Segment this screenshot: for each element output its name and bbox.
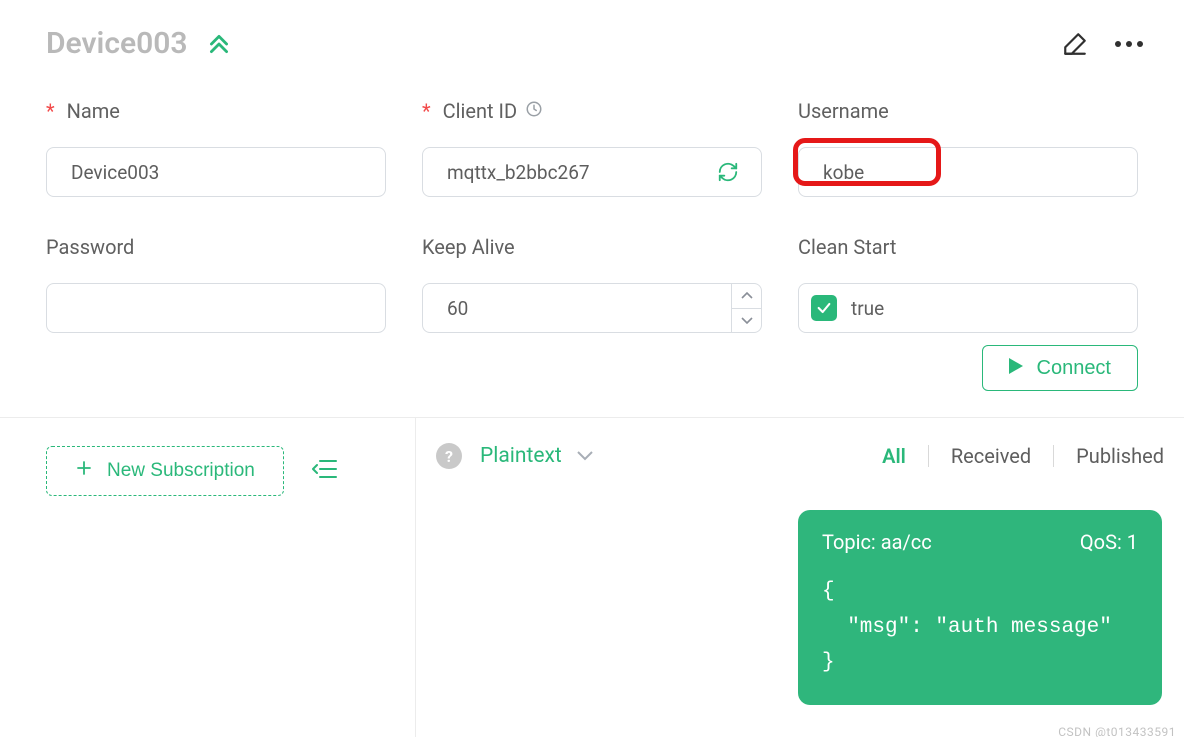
- new-subscription-button[interactable]: New Subscription: [46, 446, 284, 496]
- plus-icon: [75, 459, 93, 483]
- format-dropdown-label: Plaintext: [480, 444, 562, 468]
- field-clean-start: Clean Start true: [798, 235, 1138, 333]
- format-dropdown[interactable]: Plaintext: [480, 444, 594, 468]
- divider: [1053, 445, 1054, 467]
- username-label: Username: [798, 99, 1138, 123]
- message-topic: Topic: aa/cc: [822, 530, 932, 554]
- watermark: CSDN @t013433591: [1058, 725, 1176, 737]
- field-client-id: *Client ID: [422, 99, 762, 197]
- message-qos: QoS: 1: [1080, 530, 1138, 554]
- chevron-down-icon: [576, 444, 594, 468]
- regenerate-icon[interactable]: [717, 161, 739, 183]
- name-input[interactable]: [69, 160, 363, 185]
- keep-alive-input-wrap[interactable]: [422, 283, 762, 333]
- clean-start-input-wrap[interactable]: true: [798, 283, 1138, 333]
- keep-alive-input[interactable]: [445, 296, 721, 321]
- divider: [928, 445, 929, 467]
- clean-start-label: Clean Start: [798, 235, 1138, 259]
- field-name: *Name: [46, 99, 386, 197]
- tab-received[interactable]: Received: [951, 444, 1031, 468]
- clean-start-value: true: [851, 297, 884, 320]
- username-input-wrap[interactable]: [798, 147, 1138, 197]
- client-id-input-wrap[interactable]: [422, 147, 762, 197]
- password-label: Password: [46, 235, 386, 259]
- chevron-double-up-icon[interactable]: [206, 31, 232, 57]
- more-icon[interactable]: [1114, 40, 1144, 48]
- password-input-wrap[interactable]: [46, 283, 386, 333]
- field-username: Username: [798, 99, 1138, 197]
- edit-icon[interactable]: [1062, 31, 1088, 57]
- field-keep-alive: Keep Alive: [422, 235, 762, 333]
- tab-all[interactable]: All: [882, 444, 906, 468]
- username-input[interactable]: [821, 160, 1115, 185]
- field-password: Password: [46, 235, 386, 333]
- connect-button-label: Connect: [1037, 357, 1112, 380]
- keep-alive-label: Keep Alive: [422, 235, 762, 259]
- checkbox-icon[interactable]: [811, 295, 837, 321]
- page-title: Device003: [46, 26, 188, 61]
- new-subscription-label: New Subscription: [107, 460, 255, 482]
- clock-icon: [525, 99, 543, 123]
- name-input-wrap[interactable]: [46, 147, 386, 197]
- play-icon: [1009, 357, 1023, 380]
- client-id-input[interactable]: [445, 160, 717, 185]
- name-label: *Name: [46, 99, 386, 123]
- client-id-label: *Client ID: [422, 99, 762, 123]
- stepper-up-icon[interactable]: [732, 284, 761, 308]
- message-bubble: Topic: aa/cc QoS: 1 { "msg": "auth messa…: [798, 510, 1162, 705]
- connect-button[interactable]: Connect: [982, 345, 1139, 391]
- tab-published[interactable]: Published: [1076, 444, 1164, 468]
- password-input[interactable]: [69, 296, 363, 321]
- message-body: { "msg": "auth message" }: [822, 574, 1138, 681]
- collapse-panel-icon[interactable]: [312, 458, 338, 484]
- help-icon[interactable]: ?: [436, 443, 462, 469]
- stepper-down-icon[interactable]: [732, 308, 761, 333]
